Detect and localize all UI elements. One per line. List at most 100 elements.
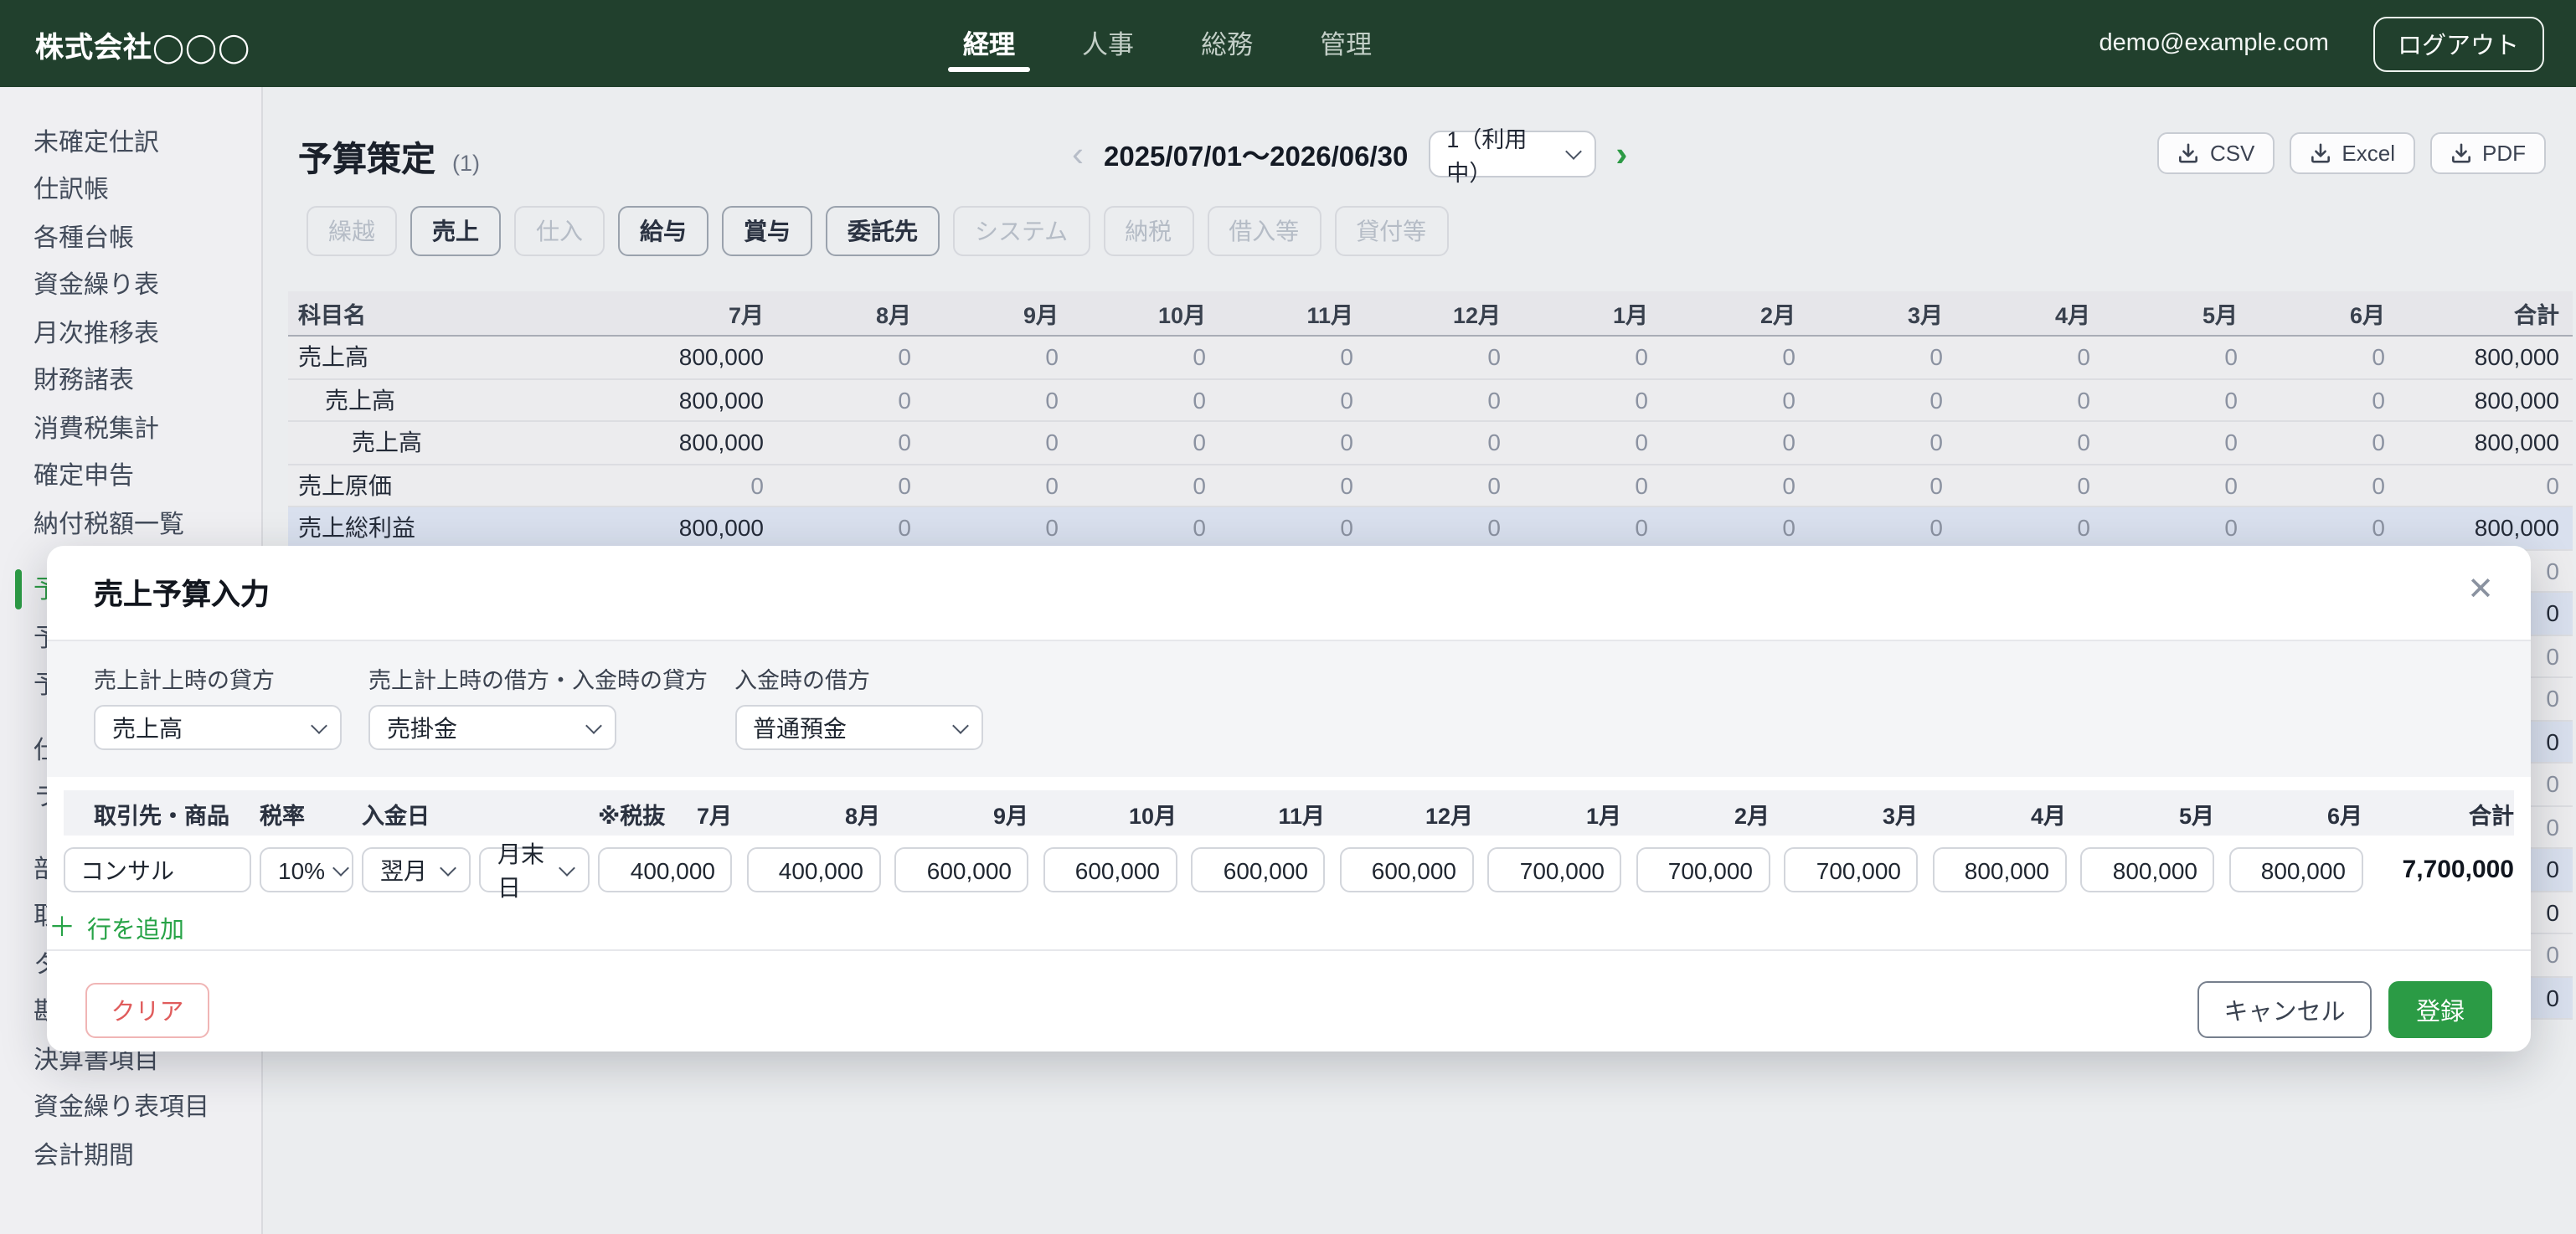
page-count: (1) bbox=[452, 151, 480, 176]
sidebar-item[interactable]: 各種台帳 bbox=[0, 213, 261, 260]
month-column-header: 8月 bbox=[746, 796, 880, 830]
sales-credit-select[interactable]: 売上高 bbox=[94, 705, 342, 750]
product-input[interactable] bbox=[64, 847, 251, 892]
table-row: 売上高800,00000000000000800,000 bbox=[288, 379, 2573, 422]
month-cell: 0 bbox=[1668, 387, 1816, 414]
prev-period-icon[interactable]: ‹ bbox=[1072, 136, 1084, 172]
sidebar-item[interactable]: 資金繰り表項目 bbox=[0, 1082, 261, 1130]
total-cell: 800,000 bbox=[2405, 387, 2573, 414]
table-row: 売上原価0000000000000 bbox=[288, 465, 2573, 507]
nav-tab-jinji[interactable]: 人事 bbox=[1067, 0, 1149, 87]
period-label: 2025/07/01～2026/06/30 bbox=[1104, 134, 1408, 174]
month-cell: 0 bbox=[1373, 387, 1521, 414]
column-header: 7月 bbox=[636, 296, 784, 330]
month-cell: 0 bbox=[1816, 344, 1963, 371]
sidebar-item[interactable]: 確定申告 bbox=[0, 451, 261, 499]
month-cell: 0 bbox=[1668, 344, 1816, 371]
sidebar-item[interactable]: 会計期間 bbox=[0, 1130, 261, 1178]
nav-tab-keiri[interactable]: 経理 bbox=[948, 0, 1030, 87]
subject-cell: 売上高 bbox=[288, 341, 636, 374]
amount-input[interactable] bbox=[894, 847, 1028, 892]
amount-input[interactable] bbox=[2080, 847, 2214, 892]
column-header: 合計 bbox=[2405, 296, 2573, 330]
month-column-header: ※税抜7月 bbox=[598, 796, 732, 830]
chevron-down-icon bbox=[311, 717, 327, 733]
month-cell: 0 bbox=[1963, 429, 2110, 456]
payment-month-select[interactable]: 翌月 bbox=[362, 847, 471, 892]
submit-button[interactable]: 登録 bbox=[2388, 981, 2492, 1038]
nav-right: demo@example.com ログアウト bbox=[2099, 16, 2544, 71]
chevron-down-icon bbox=[951, 717, 968, 733]
filter-chip[interactable]: 委託先 bbox=[826, 206, 940, 256]
csv-export-button[interactable]: CSV bbox=[2158, 132, 2275, 174]
budget-version-select[interactable]: 1（利用中） bbox=[1428, 131, 1595, 177]
amount-input[interactable] bbox=[746, 847, 880, 892]
sales-debit-value: 売掛金 bbox=[387, 711, 457, 744]
sidebar-item[interactable]: 資金繰り表 bbox=[0, 260, 261, 308]
month-cell: 0 bbox=[1226, 429, 1373, 456]
payment-column-header: 入金日 bbox=[362, 796, 471, 830]
sales-debit-select[interactable]: 売掛金 bbox=[368, 705, 616, 750]
month-cell: 0 bbox=[1079, 387, 1226, 414]
month-cell: 0 bbox=[784, 472, 931, 499]
next-period-icon[interactable]: › bbox=[1615, 136, 1627, 172]
sidebar-item[interactable]: 仕訳帳 bbox=[0, 165, 261, 213]
clear-button[interactable]: クリア bbox=[85, 983, 209, 1038]
cancel-button[interactable]: キャンセル bbox=[2197, 981, 2372, 1038]
amount-input[interactable] bbox=[1043, 847, 1177, 892]
amount-input[interactable] bbox=[1784, 847, 1918, 892]
logout-button[interactable]: ログアウト bbox=[2372, 16, 2544, 71]
payment-day-select-value: 月末日 bbox=[497, 836, 551, 903]
deposit-debit-value: 普通預金 bbox=[753, 711, 847, 744]
csv-label: CSV bbox=[2210, 141, 2254, 166]
nav-tab-soumu[interactable]: 総務 bbox=[1186, 0, 1268, 87]
month-cell: 0 bbox=[2110, 387, 2258, 414]
page-head: 予算策定 (1) bbox=[298, 131, 480, 181]
deposit-debit-select[interactable]: 普通預金 bbox=[734, 705, 982, 750]
sidebar-item[interactable]: 納付税額一覧 bbox=[0, 499, 261, 547]
tax-rate-select[interactable]: 10% bbox=[260, 847, 353, 892]
nav-tab-kanri[interactable]: 管理 bbox=[1305, 0, 1387, 87]
month-cell: 0 bbox=[1521, 387, 1668, 414]
month-cell: 0 bbox=[1079, 344, 1226, 371]
month-cell: 800,000 bbox=[636, 515, 784, 542]
month-cell: 0 bbox=[636, 472, 784, 499]
amount-input[interactable] bbox=[1191, 847, 1325, 892]
sidebar-item[interactable]: 消費税集計 bbox=[0, 404, 261, 451]
add-row-button[interactable]: ＋ 行を追加 bbox=[49, 911, 184, 946]
filter-chip: システム bbox=[953, 206, 1090, 256]
app-root: 株式会社◯◯◯ 経理人事総務管理 demo@example.com ログアウト … bbox=[0, 0, 2576, 1234]
filter-chip[interactable]: 売上 bbox=[410, 206, 501, 256]
payment-day-select[interactable]: 月末日 bbox=[479, 847, 590, 892]
nav-tabs: 経理人事総務管理 bbox=[948, 0, 1387, 87]
filter-chip: 仕入 bbox=[514, 206, 605, 256]
filter-chip: 借入等 bbox=[1207, 206, 1321, 256]
month-column-header: 9月 bbox=[894, 796, 1028, 830]
close-icon[interactable]: ✕ bbox=[2467, 574, 2494, 606]
filter-chip[interactable]: 給与 bbox=[618, 206, 708, 256]
month-column-header: 6月 bbox=[2228, 796, 2362, 830]
sales-debit-group: 売上計上時の借方・入金時の貸方売掛金 bbox=[368, 661, 708, 750]
amount-input[interactable] bbox=[1636, 847, 1770, 892]
filter-chips: 繰越売上仕入給与賞与委託先システム納税借入等貸付等 bbox=[307, 206, 1448, 256]
row-total: 7,700,000 bbox=[2377, 856, 2514, 884]
sales-credit-value: 売上高 bbox=[112, 711, 183, 744]
sidebar-item[interactable]: 未確定仕訳 bbox=[0, 117, 261, 165]
filter-chip[interactable]: 賞与 bbox=[722, 206, 812, 256]
amount-input[interactable] bbox=[598, 847, 732, 892]
chevron-down-icon bbox=[440, 859, 456, 876]
month-cell: 0 bbox=[1226, 387, 1373, 414]
amount-input[interactable] bbox=[1487, 847, 1621, 892]
excel-export-button[interactable]: Excel bbox=[2290, 132, 2415, 174]
sidebar-item[interactable]: 財務諸表 bbox=[0, 356, 261, 404]
sidebar-group: 未確定仕訳仕訳帳各種台帳資金繰り表月次推移表財務諸表消費税集計確定申告納付税額一… bbox=[0, 117, 261, 547]
total-cell: 800,000 bbox=[2405, 429, 2573, 456]
amount-input[interactable] bbox=[1932, 847, 2066, 892]
pdf-export-button[interactable]: PDF bbox=[2430, 132, 2546, 174]
amount-input[interactable] bbox=[2228, 847, 2362, 892]
dialog-title: 売上予算入力 bbox=[94, 572, 270, 614]
deposit-debit-label: 入金時の借方 bbox=[734, 661, 982, 695]
sidebar-item[interactable]: 月次推移表 bbox=[0, 308, 261, 356]
month-cell: 0 bbox=[784, 344, 931, 371]
amount-input[interactable] bbox=[1339, 847, 1473, 892]
